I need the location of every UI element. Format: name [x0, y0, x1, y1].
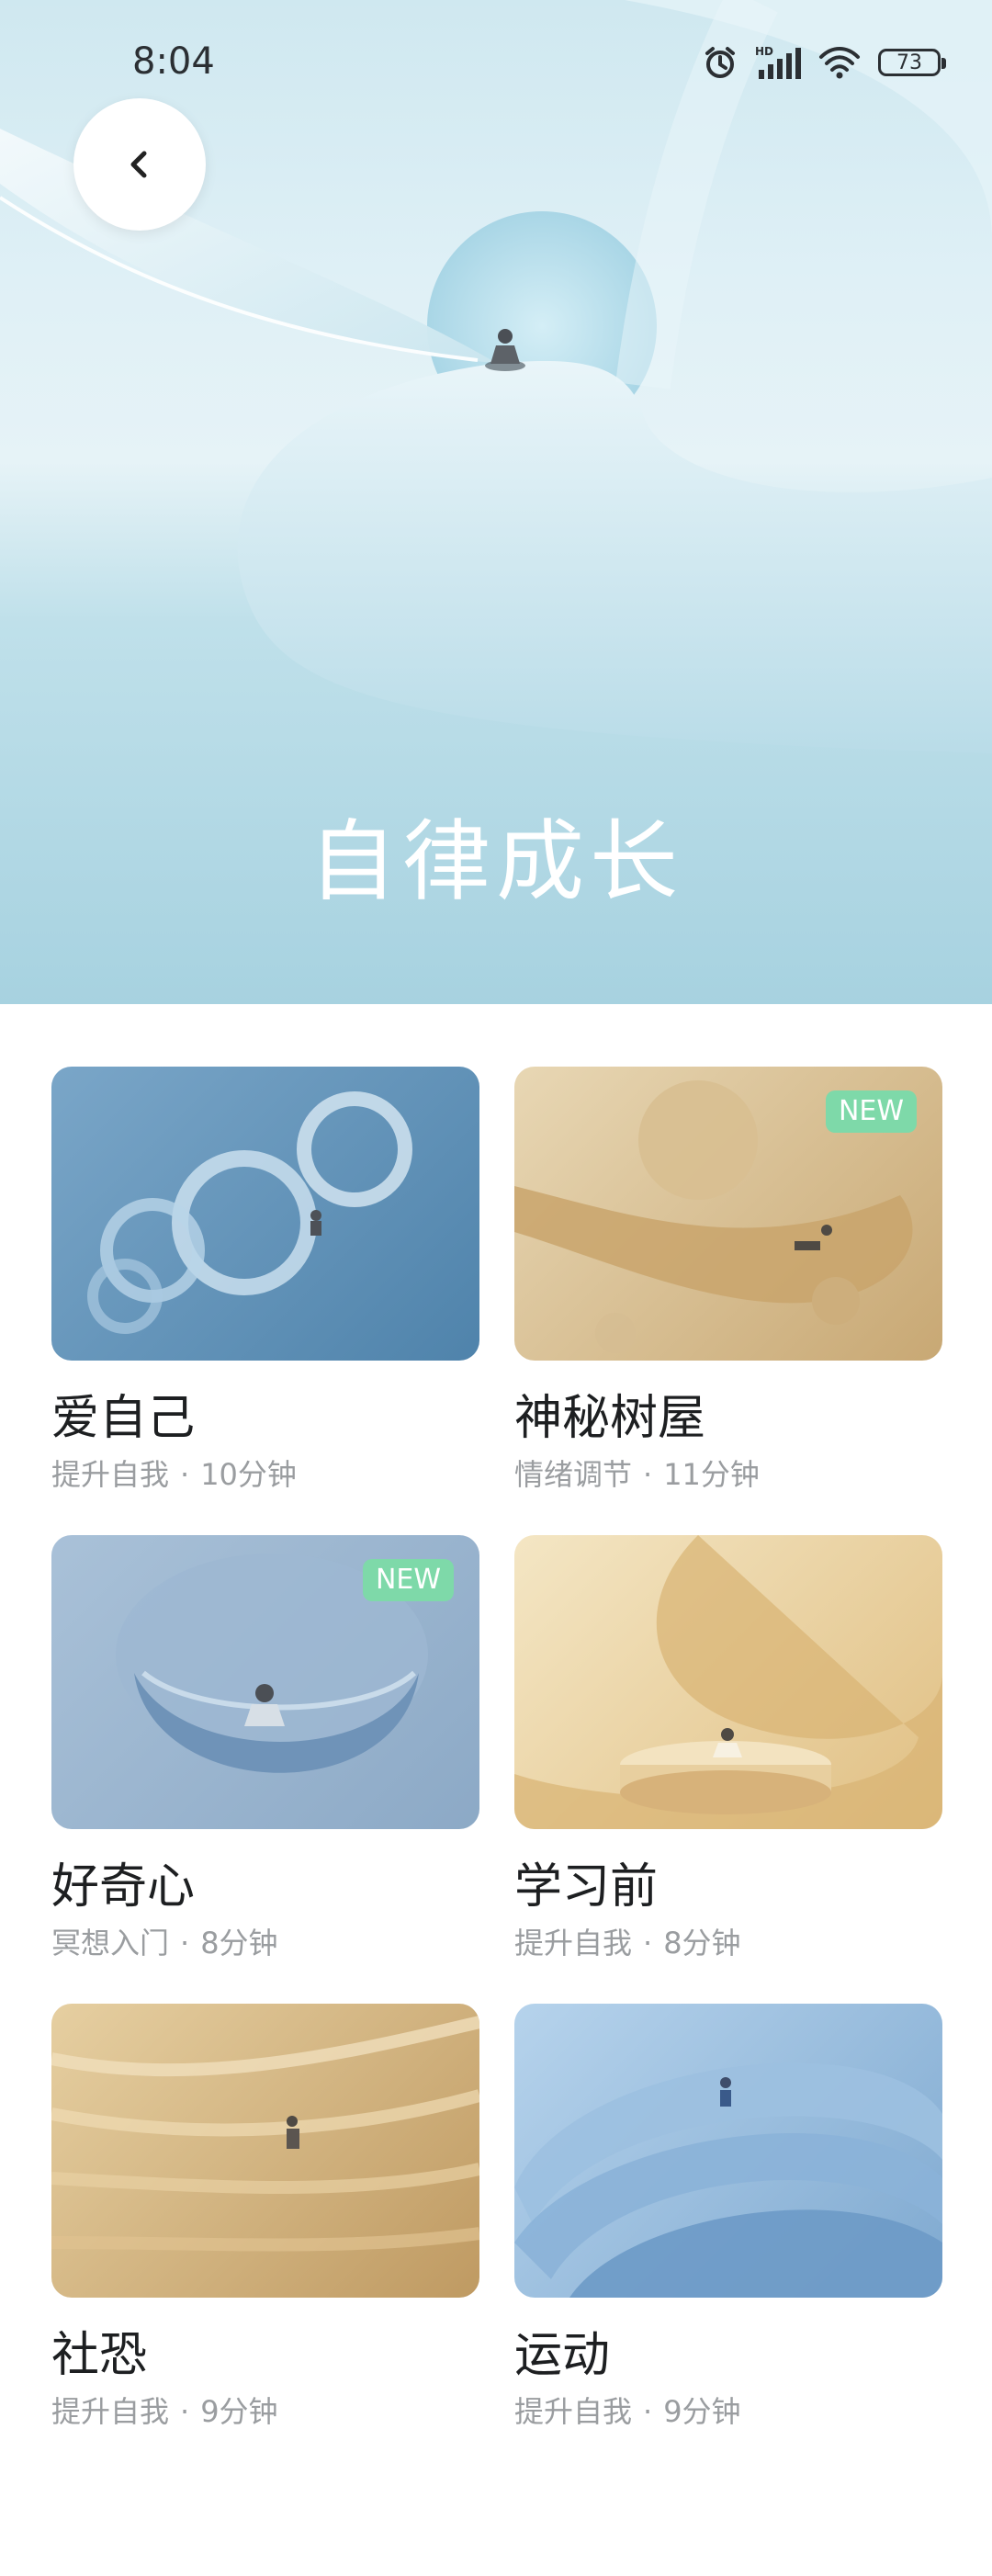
course-title: 学习前	[514, 1859, 659, 1915]
course-meta: 情绪调节 · 11分钟	[514, 1454, 942, 1495]
course-meta: 提升自我 · 10分钟	[51, 1454, 479, 1495]
course-meta: 冥想入门 · 8分钟	[51, 1923, 479, 1963]
status-time: 8:04	[132, 40, 215, 83]
course-duration: 9分钟	[663, 2394, 741, 2429]
battery-icon: 73	[878, 49, 946, 76]
course-category: 提升自我	[514, 1926, 633, 1960]
battery-level: 73	[896, 51, 922, 74]
meta-separator: ·	[643, 1926, 653, 1960]
course-card[interactable]: 爱自己 提升自我 · 10分钟	[51, 1067, 479, 1495]
course-thumbnail	[514, 1535, 942, 1829]
meta-separator: ·	[643, 2394, 653, 2429]
course-title: 好奇心	[51, 1859, 196, 1915]
page-title: 自律成长	[309, 810, 683, 913]
new-badge: NEW	[825, 1090, 917, 1133]
course-duration: 8分钟	[663, 1926, 741, 1960]
course-category: 提升自我	[51, 1457, 170, 1492]
status-icons: HD 73	[702, 40, 946, 85]
meta-separator: ·	[643, 1457, 653, 1492]
sand-spiral-illustration	[514, 1535, 942, 1829]
chevron-left-icon	[130, 151, 147, 178]
course-duration: 8分钟	[200, 1926, 278, 1960]
course-category: 情绪调节	[514, 1457, 633, 1492]
new-badge: NEW	[362, 1559, 454, 1601]
sand-waves-illustration	[51, 2016, 479, 2252]
blue-arches-illustration	[514, 2062, 942, 2298]
course-meta: 提升自我 · 8分钟	[514, 1923, 942, 1963]
alarm-icon	[705, 47, 735, 78]
course-thumbnail: NEW	[514, 1067, 942, 1361]
course-card[interactable]: 运动 提升自我 · 9分钟	[514, 2004, 942, 2432]
meta-separator: ·	[180, 1926, 190, 1960]
course-title: 运动	[514, 2328, 611, 2383]
blue-spirals-illustration	[87, 1091, 412, 1334]
svg-text:HD: HD	[755, 45, 773, 58]
course-thumbnail	[514, 2004, 942, 2298]
course-card[interactable]: NEW 神秘树屋 情绪调节 · 11分钟	[514, 1067, 942, 1495]
course-meta: 提升自我 · 9分钟	[51, 2391, 479, 2432]
course-category: 冥想入门	[51, 1926, 170, 1960]
course-title: 神秘树屋	[514, 1391, 706, 1446]
course-card[interactable]: 学习前 提升自我 · 8分钟	[514, 1535, 942, 1963]
wifi-icon	[819, 47, 860, 79]
course-category: 提升自我	[51, 2394, 170, 2429]
course-title: 爱自己	[51, 1391, 196, 1446]
course-duration: 11分钟	[663, 1457, 760, 1492]
meta-separator: ·	[180, 2394, 190, 2429]
course-thumbnail	[51, 2004, 479, 2298]
course-title: 社恐	[51, 2328, 148, 2383]
hd-signal-icon: HD	[755, 45, 801, 79]
course-meta: 提升自我 · 9分钟	[514, 2391, 942, 2432]
course-card[interactable]: NEW 好奇心 冥想入门 · 8分钟	[51, 1535, 479, 1963]
course-card[interactable]: 社恐 提升自我 · 9分钟	[51, 2004, 479, 2432]
course-duration: 10分钟	[200, 1457, 297, 1492]
back-button[interactable]	[73, 98, 206, 231]
course-thumbnail	[51, 1067, 479, 1361]
course-category: 提升自我	[514, 2394, 633, 2429]
hero-banner: 8:04 HD 73 自律成长	[0, 0, 992, 1004]
course-thumbnail: NEW	[51, 1535, 479, 1829]
meta-separator: ·	[180, 1457, 190, 1492]
course-duration: 9分钟	[200, 2394, 278, 2429]
